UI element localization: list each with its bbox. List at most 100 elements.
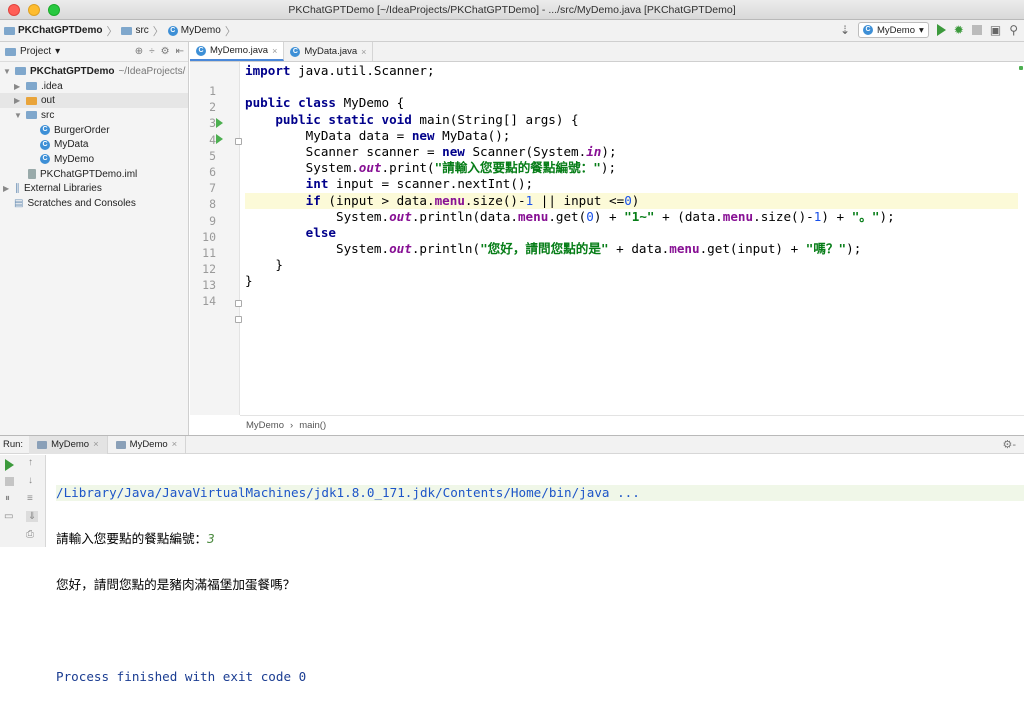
code-line[interactable]: System.out.println(data.menu.get(0) + "1…: [245, 209, 1024, 225]
dump-threads-icon[interactable]: ▭: [4, 511, 13, 522]
chevron-down-icon[interactable]: ▾: [55, 46, 60, 57]
gear-icon[interactable]: ⚙-: [1002, 438, 1024, 451]
arrow-down-icon[interactable]: ↓: [28, 475, 33, 486]
run-toolbar-strip: ↑ ↓ ⏸ ≡ ▭ ⇓ ⎙: [0, 455, 46, 547]
fold-marker-icon[interactable]: [235, 300, 242, 307]
close-window-button[interactable]: [8, 4, 20, 16]
locate-icon[interactable]: ⊕: [135, 46, 143, 57]
tree-item-mydata[interactable]: C MyData: [0, 137, 188, 152]
project-structure-icon[interactable]: ▣: [990, 23, 1001, 37]
tree-item-iml[interactable]: PKChatGPTDemo.iml: [0, 167, 188, 182]
tree-item-idea[interactable]: ▶ .idea: [0, 79, 188, 94]
code-line[interactable]: System.out.print("請輸入您要點的餐點編號：");: [245, 160, 1024, 176]
code-line[interactable]: }: [245, 273, 1024, 289]
code-line[interactable]: Scanner scanner = new Scanner(System.in)…: [245, 144, 1024, 160]
tab-mydemo-java[interactable]: C MyDemo.java ×: [190, 42, 285, 61]
fold-marker-icon[interactable]: [235, 138, 242, 145]
tree-item-label: src: [41, 109, 55, 121]
code-area[interactable]: import java.util.Scanner; public class M…: [245, 63, 1024, 290]
code-line[interactable]: MyData data = new MyData();: [245, 128, 1024, 144]
code-line[interactable]: }: [245, 257, 1024, 273]
code-token: new: [411, 127, 435, 143]
code-token: menu: [517, 208, 549, 224]
stop-button[interactable]: [971, 25, 982, 35]
run-class-gutter-icon[interactable]: [216, 118, 224, 128]
chevron-right-icon[interactable]: ▶: [14, 96, 22, 105]
run-tab-1[interactable]: MyDemo ×: [29, 435, 108, 454]
nav-file[interactable]: C MyDemo: [167, 25, 221, 36]
close-tab-icon[interactable]: ×: [172, 439, 178, 450]
inspection-ok-icon[interactable]: [1019, 66, 1023, 70]
close-tab-icon[interactable]: ×: [272, 46, 277, 56]
line-number: 12: [202, 262, 216, 277]
build-icon[interactable]: ⇣: [840, 23, 850, 37]
collapse-icon[interactable]: ÷: [149, 46, 155, 57]
chevron-right-icon: 〉: [224, 25, 236, 38]
tree-item-mydemo[interactable]: C MyDemo: [0, 152, 188, 167]
chevron-down-icon[interactable]: ▼: [14, 111, 22, 120]
tree-item-burgerorder[interactable]: C BurgerOrder: [0, 123, 188, 138]
print-icon[interactable]: ⎙: [26, 529, 34, 540]
code-token: Scanner scanner =: [245, 143, 443, 159]
soft-wrap-icon[interactable]: ≡: [27, 493, 33, 504]
code-line[interactable]: else: [245, 225, 1024, 241]
run-main-gutter-icon[interactable]: [216, 134, 224, 144]
close-tab-icon[interactable]: ×: [361, 47, 366, 57]
console-prompt-line: 請輸入您要點的餐點編號：3: [56, 531, 1024, 547]
tree-item-label: MyDemo: [54, 153, 95, 165]
code-line[interactable]: System.out.println("您好，請問您點的是" + data.me…: [245, 241, 1024, 257]
debug-button[interactable]: ✹: [954, 23, 964, 37]
rerun-icon[interactable]: [5, 459, 14, 471]
code-token: Scanner(System.: [464, 143, 587, 159]
chevron-down-icon[interactable]: ▼: [3, 67, 11, 76]
line-number: 3: [209, 116, 216, 131]
tab-mydata-java[interactable]: C MyData.java ×: [284, 42, 374, 61]
tree-item-scratches[interactable]: ▤ Scratches and Consoles: [0, 196, 188, 211]
gear-icon[interactable]: ⚙: [161, 46, 170, 57]
arrow-up-icon[interactable]: ↑: [28, 457, 33, 468]
nav-project[interactable]: PKChatGPTDemo: [4, 25, 102, 36]
tree-item-external-libraries[interactable]: ▶ ∥ External Libraries: [0, 182, 188, 197]
code-line[interactable]: public static void main(String[] args) {: [245, 112, 1024, 128]
line-number: 14: [202, 294, 216, 309]
close-tab-icon[interactable]: ×: [93, 439, 99, 450]
hide-icon[interactable]: ⇤: [176, 46, 184, 57]
code-token: || input <=: [533, 192, 625, 208]
project-panel-title[interactable]: Project: [20, 46, 51, 57]
code-line[interactable]: int input = scanner.nextInt();: [245, 176, 1024, 192]
line-number: 11: [202, 245, 216, 260]
tree-item-out[interactable]: ▶ out: [0, 93, 188, 109]
run-tab-2[interactable]: MyDemo ×: [108, 435, 187, 454]
tree-item-src[interactable]: ▼ src: [0, 108, 188, 123]
maximize-window-button[interactable]: [48, 4, 60, 16]
breadcrumb-class[interactable]: MyDemo: [246, 420, 284, 431]
nav-src[interactable]: src: [121, 25, 149, 36]
code-line-current[interactable]: if (input > data.menu.size()-1 || input …: [245, 192, 1024, 209]
code-token: "您好，請問您點的是": [480, 241, 609, 257]
stop-icon[interactable]: [5, 477, 14, 486]
line-number: 4: [209, 132, 216, 147]
scroll-to-end-icon[interactable]: ⇓: [26, 511, 39, 522]
run-panel-header: Run: MyDemo × MyDemo × ⚙-: [0, 435, 1024, 454]
chevron-right-icon[interactable]: ▶: [14, 82, 22, 91]
code-line[interactable]: [245, 79, 1024, 95]
editor-gutter[interactable]: 1 2 3 4 5 6 7 8 9 10 11 12 13 14: [190, 62, 242, 415]
tree-root[interactable]: ▼ PKChatGPTDemo ~/IdeaProjects/: [0, 64, 188, 79]
minimize-window-button[interactable]: [28, 4, 40, 16]
code-line[interactable]: import java.util.Scanner;: [245, 63, 1024, 79]
fold-marker-icon[interactable]: [235, 316, 242, 323]
code-token: out: [358, 160, 382, 176]
chevron-right-icon[interactable]: ▶: [3, 184, 11, 193]
run-button[interactable]: [936, 24, 946, 36]
breadcrumb-method[interactable]: main(): [299, 420, 326, 431]
console-user-input: 3: [207, 531, 215, 546]
code-line[interactable]: public class MyDemo {: [245, 95, 1024, 111]
editor-breadcrumb: MyDemo › main(): [240, 415, 1024, 435]
line-number: 1: [209, 84, 216, 98]
run-configuration-select[interactable]: C MyDemo ▾: [858, 22, 929, 38]
pause-icon[interactable]: ⏸: [5, 493, 10, 504]
line-number: 9: [209, 213, 216, 228]
search-icon[interactable]: ⚲: [1009, 23, 1018, 37]
code-token: );: [600, 160, 617, 176]
console-output[interactable]: /Library/Java/JavaVirtualMachines/jdk1.8…: [56, 455, 1024, 715]
